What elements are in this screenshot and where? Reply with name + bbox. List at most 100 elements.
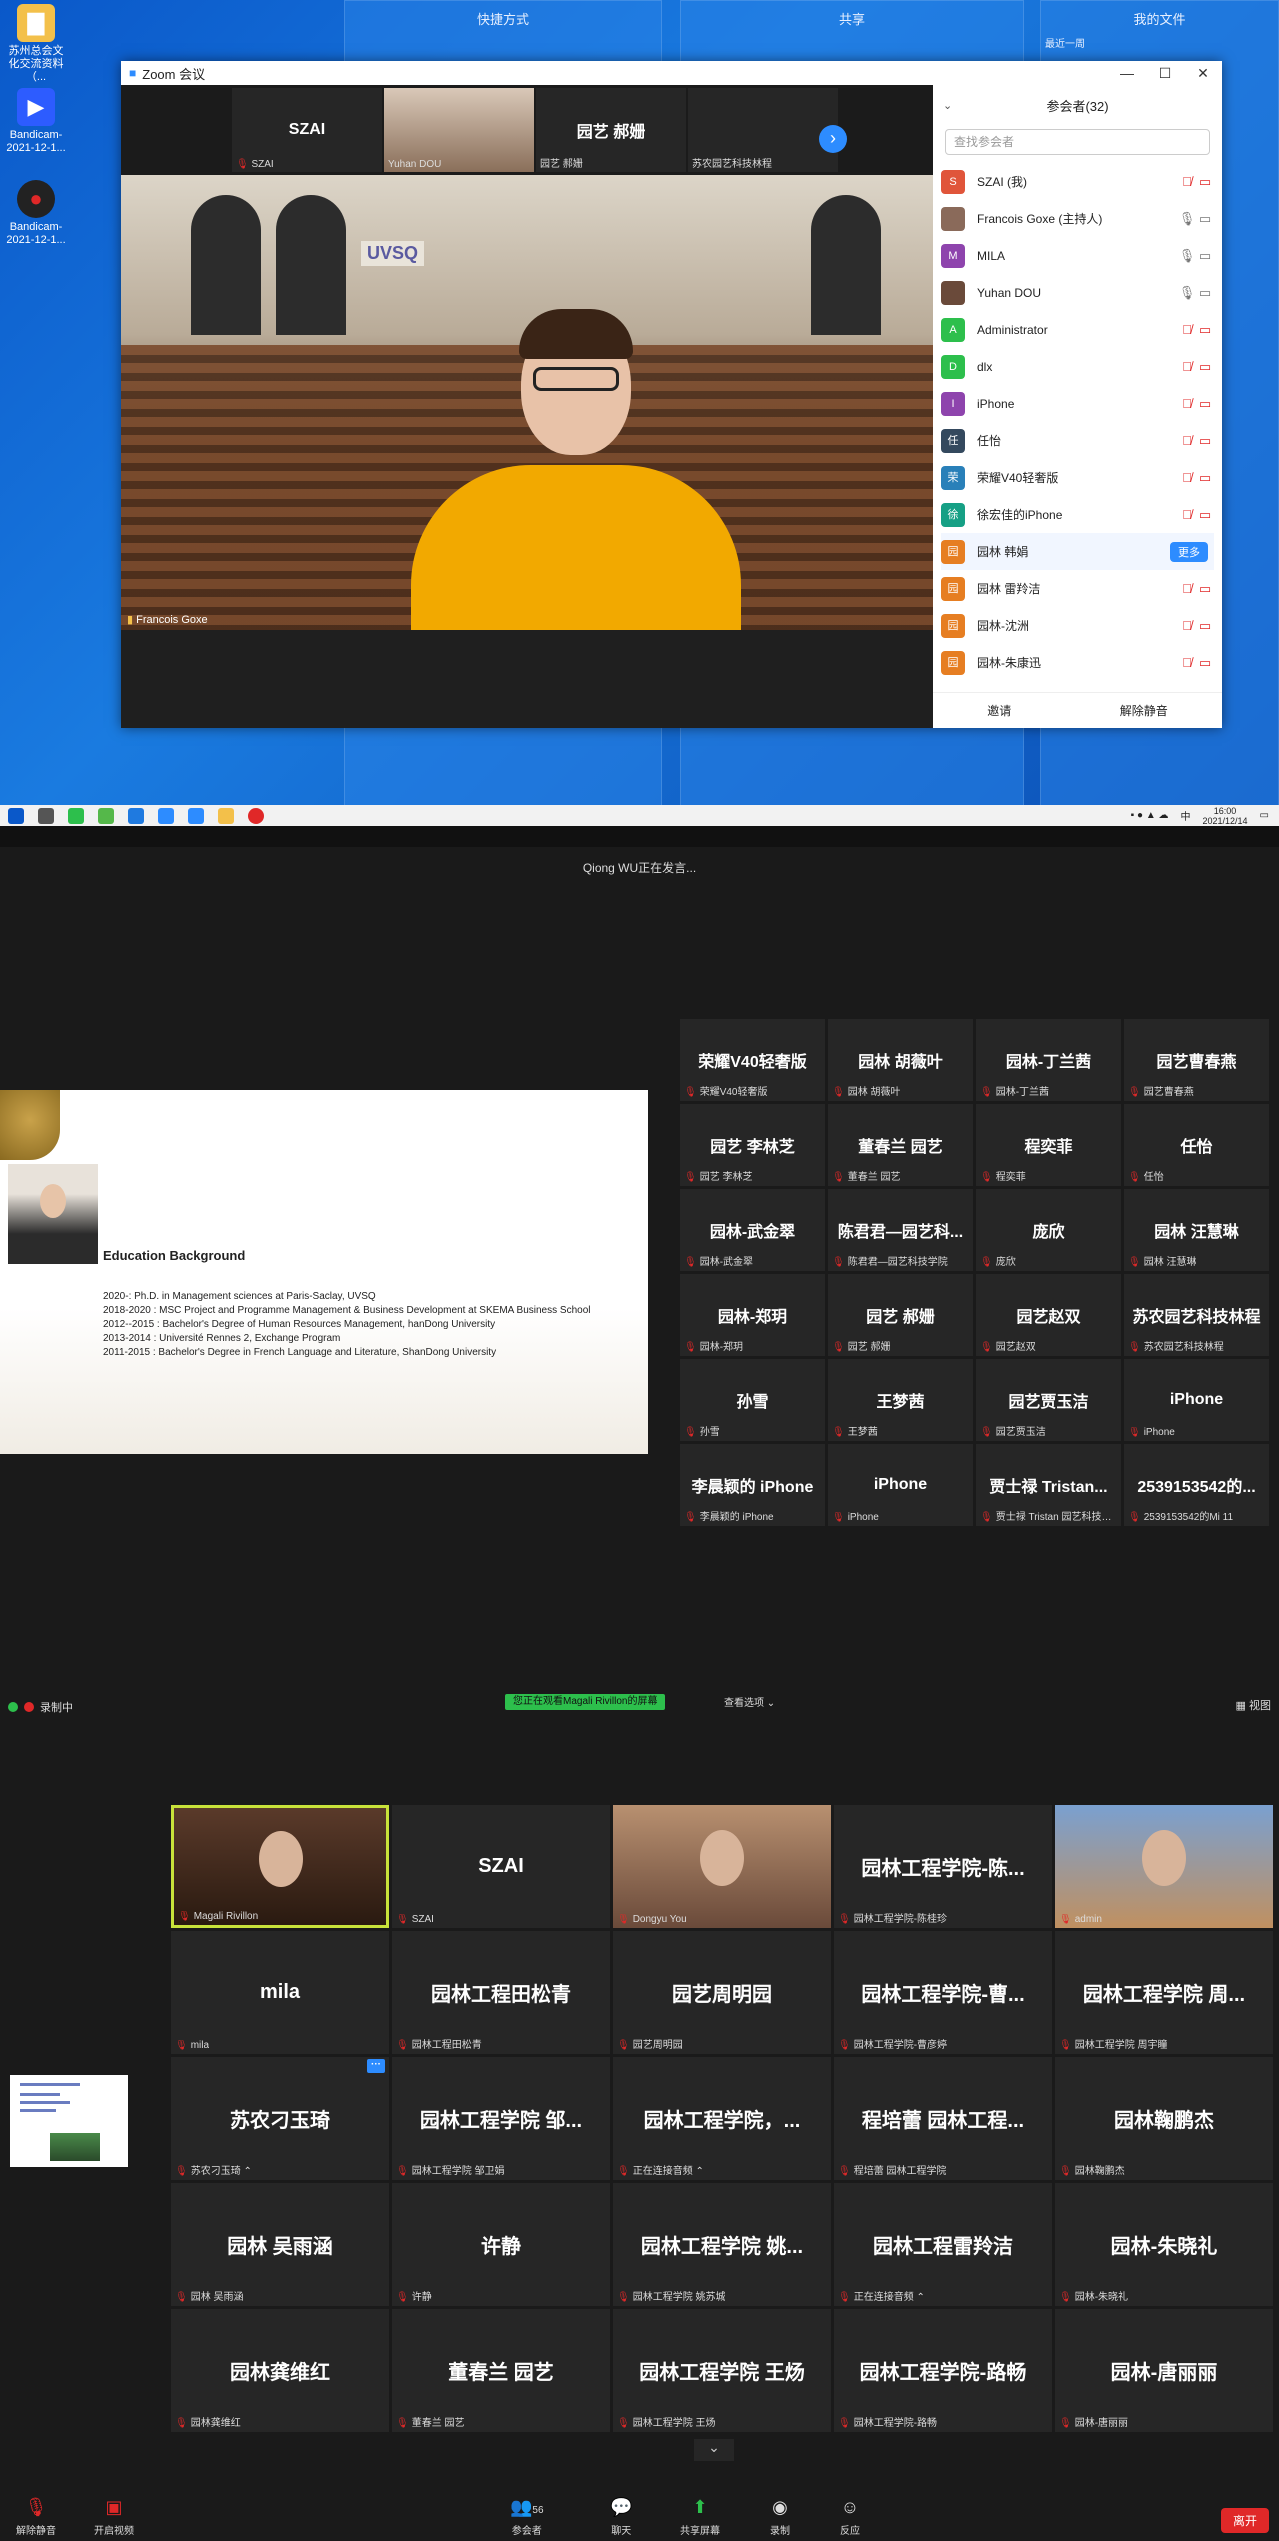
participant-tile[interactable]: 园林 吴雨涵 🎙 园林 吴雨涵: [171, 2183, 389, 2306]
participant-tile[interactable]: 程奕菲 🎙 程奕菲: [976, 1104, 1121, 1186]
participant-tile[interactable]: 陈君君—园艺科... 🎙 陈君君—园艺科技学院: [828, 1189, 973, 1271]
participant-tile[interactable]: 园林-朱晓礼 🎙 园林-朱晓礼: [1055, 2183, 1273, 2306]
participant-tile[interactable]: 园林 胡薇叶 🎙 园林 胡薇叶: [828, 1019, 973, 1101]
participant-tile[interactable]: 苏农刁玉琦 🎙 苏农刁玉琦 ⌃ ···: [171, 2057, 389, 2180]
invite-button[interactable]: 邀请: [987, 702, 1011, 719]
participant-tile[interactable]: 李晨颖的 iPhone 🎙 李晨颖的 iPhone: [680, 1444, 825, 1526]
participant-tile[interactable]: 任怡 🎙 任怡: [1124, 1104, 1269, 1186]
minimize-icon[interactable]: —: [1108, 61, 1146, 85]
participant-tile[interactable]: 许静 🎙 许静: [392, 2183, 610, 2306]
participant-row[interactable]: Ddlx 🎙̸ ▭: [941, 348, 1214, 385]
participant-tile[interactable]: 孙雪 🎙 孙雪: [680, 1359, 825, 1441]
participant-tile[interactable]: 🎙 admin: [1055, 1805, 1273, 1928]
next-page-button[interactable]: ›: [819, 125, 847, 153]
participant-tile[interactable]: 董春兰 园艺 🎙 董春兰 园艺: [828, 1104, 973, 1186]
participant-tile[interactable]: 苏农园艺科技林程 🎙 苏农园艺科技林程: [1124, 1274, 1269, 1356]
participants-button[interactable]: 👥56 参会者: [510, 2497, 544, 2537]
participant-tile[interactable]: 荣耀V40轻奢版 🎙 荣耀V40轻奢版: [680, 1019, 825, 1101]
participant-tile[interactable]: mila 🎙 mila: [171, 1931, 389, 2054]
participant-tile[interactable]: 园林工程学院-陈... 🎙 园林工程学院-陈桂珍: [834, 1805, 1052, 1928]
shared-screen-thumbnail[interactable]: [10, 2075, 128, 2167]
scroll-down-button[interactable]: ⌄: [694, 2439, 734, 2461]
participant-tile[interactable]: 园林-郑玥 🎙 园林-郑玥: [680, 1274, 825, 1356]
participant-tile[interactable]: 园艺贾玉洁 🎙 园艺贾玉洁: [976, 1359, 1121, 1441]
participant-tile[interactable]: 园林-唐丽丽 🎙 园林-唐丽丽: [1055, 2309, 1273, 2432]
notification-icon[interactable]: ▭: [1260, 810, 1269, 821]
video-thumb[interactable]: 苏农园艺科技林程: [688, 88, 838, 172]
participant-tile[interactable]: 园林-武金翠 🎙 园林-武金翠: [680, 1189, 825, 1271]
close-icon[interactable]: ✕: [1184, 61, 1222, 85]
edge-icon[interactable]: [68, 807, 84, 824]
chat-button[interactable]: 💬 聊天: [610, 2497, 632, 2537]
leave-button[interactable]: 离开: [1220, 2508, 1269, 2533]
app-icon[interactable]: [158, 807, 174, 824]
participant-row[interactable]: 任任怡 🎙̸ ▭: [941, 422, 1214, 459]
participant-row[interactable]: Francois Goxe (主持人) 🎙 ▭: [941, 200, 1214, 237]
participant-row[interactable]: 园园林-沈洲 🎙̸ ▭: [941, 607, 1214, 644]
participant-tile[interactable]: 园林工程学院 姚... 🎙 园林工程学院 姚苏城: [613, 2183, 831, 2306]
chevron-down-icon[interactable]: ⌄: [943, 99, 952, 112]
record-button[interactable]: ◉ 录制: [770, 2497, 790, 2537]
participant-tile[interactable]: 王梦茜 🎙 王梦茜: [828, 1359, 973, 1441]
participant-tile[interactable]: 园林工程学院 周... 🎙 园林工程学院 周宇瞳: [1055, 1931, 1273, 2054]
desktop-icon-bandicam[interactable]: ● Bandicam-2021-12-1...: [4, 180, 68, 247]
participant-row[interactable]: 徐徐宏佳的iPhone 🎙̸ ▭: [941, 496, 1214, 533]
desktop-icon-folder[interactable]: ▇ 苏州总会文化交流资料（...: [4, 4, 68, 85]
cloud-app-icon[interactable]: [128, 807, 144, 824]
participant-tile[interactable]: 园艺 李林芝 🎙 园艺 李林芝: [680, 1104, 825, 1186]
participant-tile[interactable]: 董春兰 园艺 🎙 董春兰 园艺: [392, 2309, 610, 2432]
participant-row[interactable]: S SZAI (我) 🎙̸ ▭: [941, 163, 1214, 200]
participant-tile[interactable]: 程培蕾 园林工程... 🎙 程培蕾 园林工程学院: [834, 2057, 1052, 2180]
participant-row[interactable]: M MILA 🎙 ▭: [941, 237, 1214, 274]
participant-tile[interactable]: 园林工程雷羚洁 🎙 正在连接音频 ⌃: [834, 2183, 1052, 2306]
video-thumb[interactable]: Yuhan DOU: [384, 88, 534, 172]
maximize-icon[interactable]: ☐: [1146, 61, 1184, 85]
input-language[interactable]: 中: [1181, 808, 1191, 823]
participant-tile[interactable]: 园艺赵双 🎙 园艺赵双: [976, 1274, 1121, 1356]
participant-tile[interactable]: 🎙 Dongyu You: [613, 1805, 831, 1928]
participant-tile[interactable]: 园艺 郝姗 🎙 园艺 郝姗: [828, 1274, 973, 1356]
participant-row[interactable]: A Administrator 🎙̸ ▭: [941, 311, 1214, 348]
participant-tile[interactable]: 园林工程田松青 🎙 园林工程田松青: [392, 1931, 610, 2054]
clock[interactable]: 16:00 2021/12/14: [1203, 806, 1248, 826]
more-options-icon[interactable]: ···: [367, 2059, 385, 2073]
participant-tile[interactable]: iPhone 🎙 iPhone: [828, 1444, 973, 1526]
participant-tile[interactable]: 园林-丁兰茜 🎙 园林-丁兰茜: [976, 1019, 1121, 1101]
participant-row[interactable]: 荣荣耀V40轻奢版 🎙̸ ▭: [941, 459, 1214, 496]
participant-row[interactable]: 园园林-朱康迅 🎙̸ ▭: [941, 644, 1214, 681]
participant-tile[interactable]: 园林龚维红 🎙 园林龚维红: [171, 2309, 389, 2432]
participant-row[interactable]: 园园林 雷羚洁 🎙̸ ▭: [941, 570, 1214, 607]
participant-tile[interactable]: 2539153542的... 🎙 2539153542的Mi 11: [1124, 1444, 1269, 1526]
view-button[interactable]: ▦ 视图: [1236, 1697, 1271, 1713]
reactions-button[interactable]: ☺ 反应: [840, 2497, 860, 2537]
participant-row[interactable]: Yuhan DOU 🎙 ▭: [941, 274, 1214, 311]
zoom-icon[interactable]: [188, 807, 204, 824]
video-thumb[interactable]: 园艺 郝姗 园艺 郝姗: [536, 88, 686, 172]
participant-tile[interactable]: 园林 汪慧琳 🎙 园林 汪慧琳: [1124, 1189, 1269, 1271]
desktop-icon-video[interactable]: ▶ Bandicam-2021-12-1...: [4, 88, 68, 155]
windows-start-icon[interactable]: [8, 807, 24, 824]
participant-tile[interactable]: 庞欣 🎙 庞欣: [976, 1189, 1121, 1271]
video-thumb[interactable]: SZAI 🎙 SZAI: [232, 88, 382, 172]
unmute-button[interactable]: 🎙 解除静音: [16, 2497, 56, 2537]
file-explorer-icon[interactable]: [218, 807, 234, 824]
participant-tile[interactable]: 园艺曹春燕 🎙 园艺曹春燕: [1124, 1019, 1269, 1101]
more-button[interactable]: 更多: [1170, 541, 1208, 562]
participant-row[interactable]: 园园林 韩娟 更多: [941, 533, 1214, 570]
participant-row[interactable]: IiPhone 🎙̸ ▭: [941, 385, 1214, 422]
participant-search-input[interactable]: 查找参会者: [945, 129, 1210, 155]
participant-tile[interactable]: 园林工程学院 王炀 🎙 园林工程学院 王炀: [613, 2309, 831, 2432]
bandicam-icon[interactable]: [248, 807, 264, 824]
start-video-button[interactable]: ▣ 开启视频: [94, 2497, 134, 2537]
tray-icons[interactable]: ▪ ● ▲ ☁: [1131, 810, 1169, 821]
participant-tile[interactable]: 园林鞠鹏杰 🎙 园林鞠鹏杰: [1055, 2057, 1273, 2180]
participant-tile[interactable]: 园艺周明园 🎙 园艺周明园: [613, 1931, 831, 2054]
participant-tile[interactable]: SZAI 🎙 SZAI: [392, 1805, 610, 1928]
share-screen-button[interactable]: ⬆ 共享屏幕: [680, 2497, 720, 2537]
task-view-icon[interactable]: [38, 807, 54, 824]
participant-tile[interactable]: 贾士禄 Tristan... 🎙 贾士禄 Tristan 园艺科技学...: [976, 1444, 1121, 1526]
participant-tile[interactable]: iPhone 🎙 iPhone: [1124, 1359, 1269, 1441]
unmute-all-button[interactable]: 解除静音: [1120, 702, 1168, 719]
participant-tile[interactable]: 园林工程学院-路畅 🎙 园林工程学院-路畅: [834, 2309, 1052, 2432]
participant-tile[interactable]: 园林工程学院，... 🎙 正在连接音频 ⌃: [613, 2057, 831, 2180]
